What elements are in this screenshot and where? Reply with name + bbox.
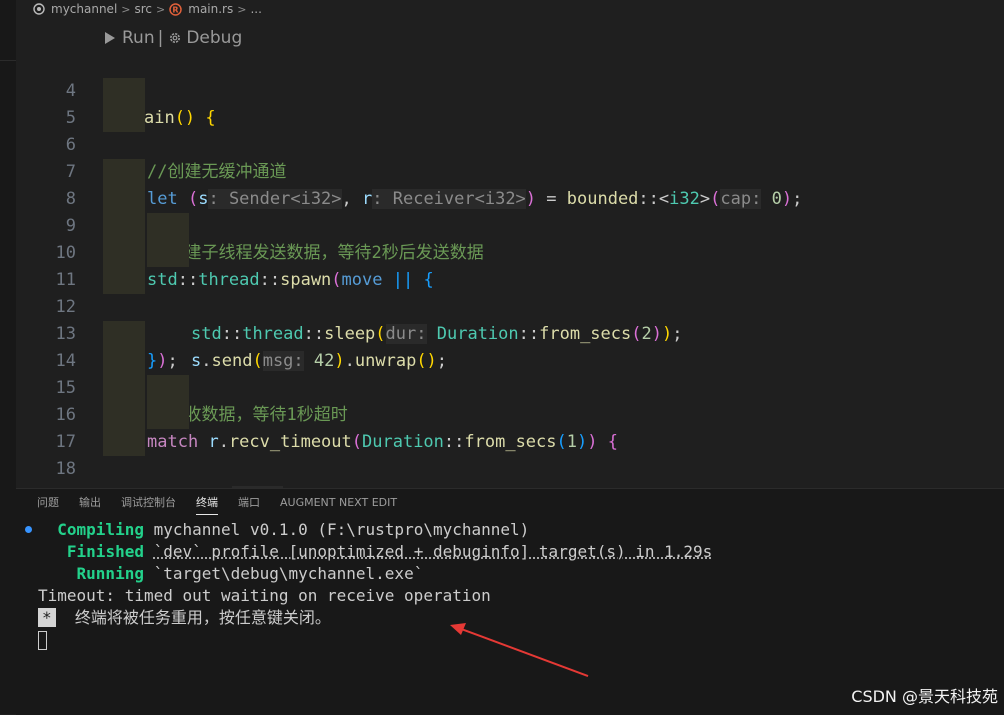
tab-terminal[interactable]: 终端 bbox=[196, 490, 218, 515]
code-line: 6 let (s: Sender<i32>, r: Receiver<i32>)… bbox=[16, 105, 1004, 209]
code-line: 16 Ok(v: i32) => println!("Received: {}"… bbox=[16, 375, 1004, 506]
breadcrumb-project[interactable]: mychannel bbox=[51, 2, 117, 16]
indent-guide bbox=[103, 429, 145, 456]
tab-problems[interactable]: 问题 bbox=[37, 490, 59, 514]
indent-guide bbox=[103, 321, 145, 348]
terminal-status-label: Finished bbox=[66, 542, 144, 561]
indent-guide bbox=[103, 213, 145, 240]
indent-guide bbox=[103, 402, 145, 429]
tab-debug-console[interactable]: 调试控制台 bbox=[121, 490, 176, 514]
code-line: 19 } bbox=[16, 456, 1004, 533]
panel-tabs: 问题 输出 调试控制台 终端 端口 AUGMENT NEXT EDIT bbox=[16, 489, 397, 515]
code-line: 18 } bbox=[16, 429, 1004, 533]
terminal-status-label: Compiling bbox=[57, 520, 144, 539]
command-status-dot-icon bbox=[25, 526, 32, 533]
code-line: 13 bbox=[16, 294, 1004, 344]
indent-guide bbox=[103, 186, 145, 213]
task-marker: * bbox=[38, 608, 56, 627]
code-line: 7 bbox=[16, 132, 1004, 182]
activity-strip bbox=[0, 0, 16, 714]
terminal-text: `dev` profile [unoptimized + debuginfo] … bbox=[153, 542, 713, 561]
terminal-line: Finished `dev` profile [unoptimized + de… bbox=[38, 541, 712, 563]
codelens-run[interactable]: Run bbox=[122, 28, 155, 48]
chevron-right-icon: > bbox=[237, 2, 247, 16]
terminal-text: 终端将被任务重用，按任意键关闭。 bbox=[74, 608, 331, 627]
code-line: 8 //创建子线程发送数据，等待2秒后发送数据 bbox=[16, 159, 1004, 263]
terminal-text: `target\debug\mychannel.exe` bbox=[153, 564, 424, 583]
bottom-panel: 问题 输出 调试控制台 终端 端口 AUGMENT NEXT EDIT Comp… bbox=[16, 488, 1004, 715]
code-line: 11 s.send(msg: 42).unwrap(); bbox=[16, 240, 1004, 371]
code-line: 14 //接收数据，等待1秒超时 bbox=[16, 321, 1004, 425]
codelens: Run | Debug bbox=[104, 28, 242, 48]
indent-guide bbox=[147, 402, 189, 429]
indent-guide bbox=[147, 213, 189, 240]
breadcrumb: mychannel > src > R main.rs > ... bbox=[16, 0, 1004, 18]
crate-icon bbox=[33, 3, 45, 15]
terminal-line: Compiling mychannel v0.1.0 (F:\rustpro\m… bbox=[38, 519, 529, 541]
code-line: 9 std::thread::spawn(move || { bbox=[16, 186, 1004, 290]
indent-guide bbox=[103, 159, 145, 186]
tab-augment-next-edit[interactable]: AUGMENT NEXT EDIT bbox=[280, 492, 397, 513]
code-line: 15 match r.recv_timeout(Duration::from_s… bbox=[16, 348, 1004, 452]
terminal-status-label: Running bbox=[76, 564, 144, 583]
codelens-debug[interactable]: Debug bbox=[186, 28, 242, 48]
indent-guide bbox=[103, 78, 145, 105]
code-line: 10 std::thread::sleep(dur: Duration::fro… bbox=[16, 213, 1004, 344]
gear-icon bbox=[168, 31, 182, 45]
code-line: 17 Err(e: RecvTimeoutError) => println!(… bbox=[16, 402, 1004, 533]
rust-file-icon: R bbox=[169, 2, 182, 16]
terminal-timeout-line: Timeout: timed out waiting on receive op… bbox=[38, 586, 491, 605]
terminal-line: * 终端将被任务重用，按任意键关闭。 bbox=[38, 607, 331, 629]
indent-guide bbox=[147, 240, 189, 267]
breadcrumb-folder[interactable]: src bbox=[135, 2, 153, 16]
code-line: 4 fn main() { bbox=[16, 51, 1004, 128]
terminal-cursor bbox=[38, 631, 47, 650]
watermark: CSDN @景天科技苑 bbox=[851, 687, 998, 706]
indent-guide bbox=[103, 105, 145, 132]
chevron-right-icon: > bbox=[156, 2, 166, 16]
tab-ports[interactable]: 端口 bbox=[238, 490, 260, 514]
svg-text:R: R bbox=[173, 5, 179, 14]
indent-guide bbox=[103, 348, 145, 375]
strip-separator bbox=[0, 60, 16, 61]
indent-guide bbox=[103, 375, 145, 402]
run-icon bbox=[104, 31, 116, 45]
breadcrumb-file[interactable]: main.rs bbox=[188, 2, 233, 16]
terminal-text: mychannel v0.1.0 (F:\rustpro\mychannel) bbox=[153, 520, 530, 539]
code-line: 5 //创建无缓冲通道 bbox=[16, 78, 1004, 182]
code-line: 12 }); bbox=[16, 267, 1004, 371]
chevron-right-icon: > bbox=[121, 2, 131, 16]
indent-guide bbox=[147, 375, 189, 402]
code-editor[interactable]: Run | Debug 4 fn main() { 5 //创建无缓冲通道 6 … bbox=[16, 18, 1004, 533]
tab-output[interactable]: 输出 bbox=[79, 490, 101, 514]
terminal-line: Running `target\debug\mychannel.exe` bbox=[38, 563, 424, 585]
breadcrumb-more[interactable]: ... bbox=[250, 2, 261, 16]
indent-guide bbox=[103, 240, 145, 267]
codelens-separator: | bbox=[157, 28, 164, 48]
indent-guide bbox=[103, 267, 145, 294]
